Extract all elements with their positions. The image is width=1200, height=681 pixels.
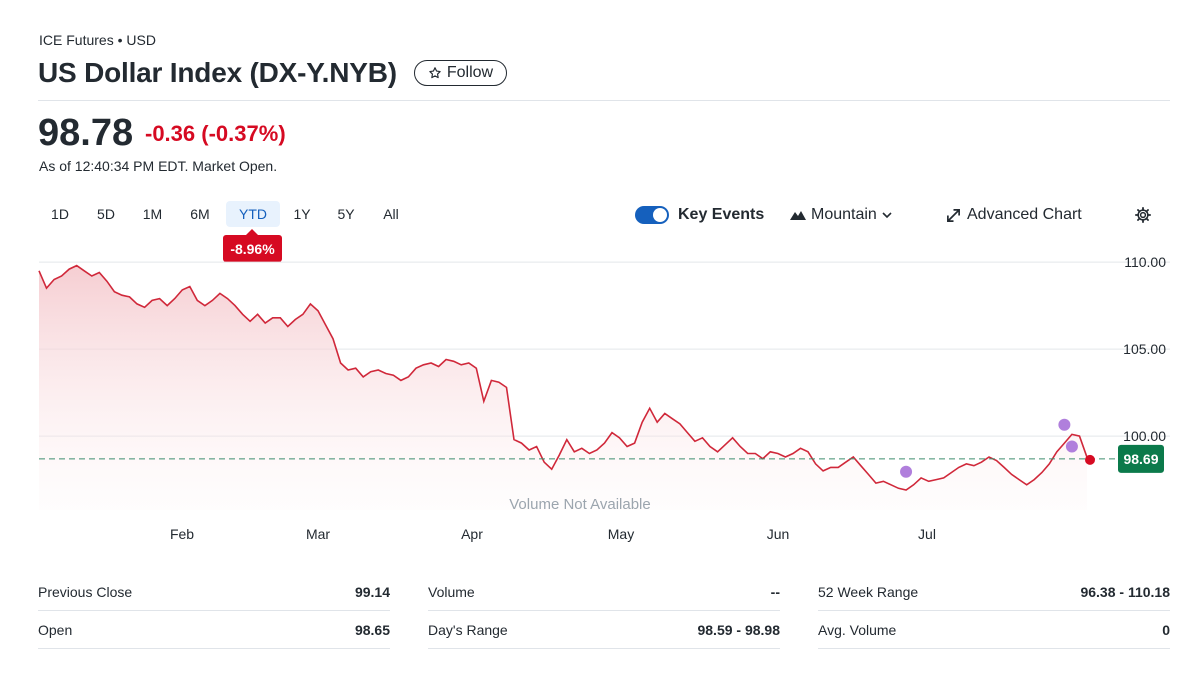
range-label: 5D (97, 206, 115, 222)
stat-row: Open 98.65 (38, 611, 390, 649)
x-tick-label: Apr (461, 526, 483, 542)
range-tab-5y[interactable]: 5Y (330, 201, 362, 227)
stat-row: Avg. Volume 0 (818, 611, 1170, 649)
range-label: 6M (190, 206, 210, 222)
key-event-marker[interactable] (1065, 440, 1078, 453)
chevron-down-icon (882, 212, 892, 219)
expand-icon (947, 208, 960, 222)
header-divider (38, 100, 1170, 101)
stat-row: Previous Close 99.14 (38, 573, 390, 611)
range-tab-all[interactable]: All (375, 201, 407, 227)
range-tab-ytd[interactable]: YTD (226, 201, 280, 227)
stat-row: Volume -- (428, 573, 780, 611)
stat-label: Day's Range (428, 621, 508, 638)
y-tick-label: 105.00 (1123, 341, 1166, 357)
range-label: YTD (239, 206, 267, 222)
key-event-marker[interactable] (1058, 418, 1071, 431)
chart-type-label: Mountain (811, 206, 877, 223)
key-events-toggle[interactable] (635, 206, 669, 224)
range-label: 1Y (293, 206, 311, 222)
page-title: US Dollar Index (DX-Y.NYB) (38, 57, 397, 88)
chart-type-dropdown[interactable]: Mountain (790, 205, 892, 225)
y-tick-label: 100.00 (1123, 428, 1166, 444)
follow-button[interactable]: Follow (414, 60, 507, 86)
stat-row: Day's Range 98.59 - 98.98 (428, 611, 780, 649)
exchange-label: ICE Futures • USD (39, 32, 156, 48)
range-label: 1D (51, 206, 69, 222)
stat-value: 98.59 - 98.98 (697, 621, 780, 638)
stat-label: Open (38, 621, 73, 638)
stat-value: -- (770, 583, 780, 600)
stat-label: Volume (428, 583, 475, 600)
current-price-tag-label: 98.69 (1123, 451, 1158, 467)
key-event-marker[interactable] (900, 465, 913, 478)
x-tick-label: Mar (306, 526, 330, 542)
x-tick-label: Jul (918, 526, 936, 542)
change-percent: (-0.37%) (201, 121, 286, 146)
mountain-icon (790, 211, 806, 220)
range-tab-1m[interactable]: 1M (136, 201, 169, 227)
stat-label: Avg. Volume (818, 621, 897, 638)
stat-value: 96.38 - 110.18 (1080, 583, 1170, 600)
range-tab-6m[interactable]: 6M (183, 201, 217, 227)
stat-label: Previous Close (38, 583, 133, 600)
advanced-chart-label: Advanced Chart (967, 206, 1082, 223)
range-tab-1y[interactable]: 1Y (286, 201, 318, 227)
x-tick-label: Feb (170, 526, 194, 542)
range-label: 1M (142, 206, 163, 222)
stat-label: 52 Week Range (818, 583, 919, 600)
key-events-label: Key Events (678, 206, 765, 223)
price-change: -0.36 (-0.37%) (145, 121, 286, 147)
y-tick-label: 110.00 (1124, 254, 1166, 270)
market-status: As of 12:40:34 PM EDT. Market Open. (39, 158, 278, 174)
follow-label: Follow (446, 64, 494, 81)
gear-icon[interactable] (1134, 206, 1152, 224)
stat-value: 98.65 (354, 621, 390, 638)
volume-note: Volume Not Available (509, 496, 650, 513)
price-area (39, 265, 1087, 510)
toggle-knob (653, 208, 667, 222)
stat-value: 0 (1162, 621, 1170, 638)
change-value: -0.36 (145, 121, 196, 146)
star-icon (429, 67, 441, 79)
range-tab-5d[interactable]: 5D (90, 201, 122, 227)
price-chart[interactable]: 110.00 105.00 100.00 98.69 Volume Not Avai… (0, 245, 1200, 555)
range-label: 5Y (337, 206, 355, 222)
current-price: 98.78 (38, 112, 134, 154)
x-tick-label: Jun (767, 526, 790, 542)
x-tick-label: May (608, 526, 634, 542)
range-label: All (383, 206, 399, 222)
current-price-dot (1085, 454, 1095, 465)
stat-row: 52 Week Range 96.38 - 110.18 (818, 573, 1170, 611)
range-tab-1d[interactable]: 1D (44, 201, 76, 227)
stat-value: 99.14 (354, 583, 390, 600)
advanced-chart-button[interactable]: Advanced Chart (946, 205, 1082, 225)
